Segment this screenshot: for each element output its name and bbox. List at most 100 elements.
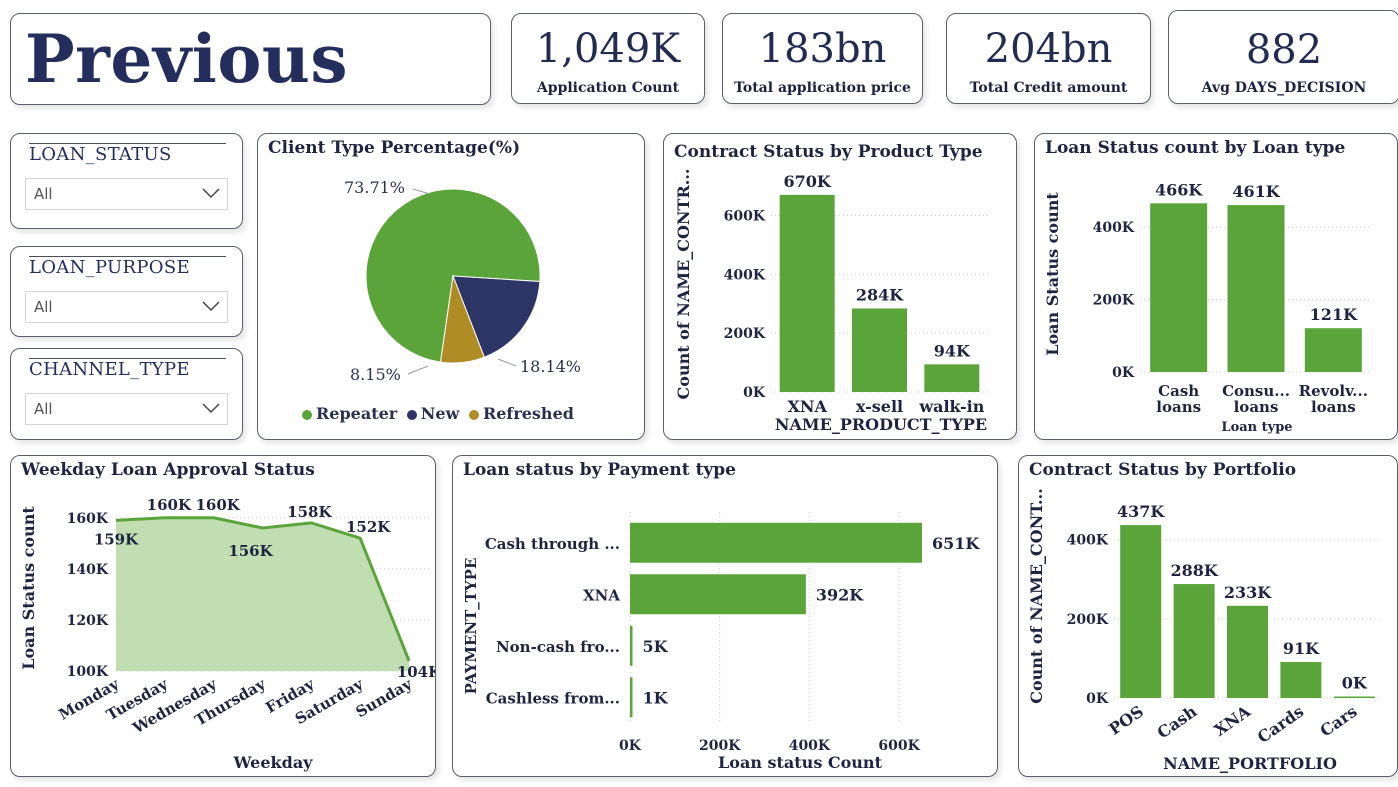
chevron-down-icon[interactable] bbox=[201, 298, 221, 314]
x-axis-title: NAME_PRODUCT_TYPE bbox=[775, 415, 987, 434]
bar-data-label: 461K bbox=[1232, 182, 1280, 201]
slicer-channel-type: CHANNEL_TYPE All bbox=[10, 348, 243, 440]
legend-dot-icon bbox=[302, 409, 312, 420]
y-tick-label: 0K bbox=[743, 385, 766, 401]
y-tick-label: Cash through ... bbox=[485, 535, 620, 553]
legend-item-new[interactable]: New bbox=[406, 404, 460, 423]
legend-item-refreshed[interactable]: Refreshed bbox=[468, 404, 574, 423]
bar[interactable] bbox=[1304, 328, 1362, 372]
x-tick-label: Cash bbox=[1154, 702, 1201, 743]
slicer-dropdown[interactable]: All bbox=[25, 393, 228, 425]
bar[interactable] bbox=[630, 574, 806, 615]
portfolio-chart-card: Contract Status by Portfolio 0K 200K 400K 4… bbox=[1018, 455, 1398, 777]
y-tick-label: XNA bbox=[583, 586, 620, 604]
y-tick-label: 140K bbox=[67, 562, 109, 578]
y-tick-label: 400K bbox=[1093, 220, 1135, 236]
bar[interactable] bbox=[852, 308, 907, 392]
bar-data-label: 94K bbox=[934, 341, 971, 360]
loan-type-bar-chart[interactable]: 0K200K400K466KCashloans461KConsu...loans… bbox=[1035, 134, 1398, 440]
slicer-selected-value: All bbox=[34, 400, 53, 418]
x-axis-title: NAME_PORTFOLIO bbox=[1163, 754, 1337, 773]
bar-data-label: 288K bbox=[1170, 561, 1218, 580]
bar[interactable] bbox=[630, 522, 922, 563]
chart-legend: Repeater New Refreshed bbox=[302, 404, 574, 423]
page-title: Previous Data bbox=[25, 20, 348, 98]
bar-data-label: 5K bbox=[643, 637, 669, 656]
legend-dot-icon bbox=[406, 409, 417, 420]
y-axis-title: Loan Status count bbox=[1043, 192, 1062, 356]
product-type-bar-chart[interactable]: 0K 200K 400K 600K 670K XNA 284K x-sell 94K walk-i… bbox=[664, 134, 1017, 440]
slicer-dropdown[interactable]: All bbox=[25, 178, 228, 210]
y-tick-label: Non-cash fro... bbox=[496, 638, 620, 656]
slicer-loan-status: LOAN_STATUS All bbox=[10, 133, 243, 229]
y-tick-label: 120K bbox=[67, 613, 109, 629]
y-tick-label: 200K bbox=[1093, 293, 1135, 309]
title-card: Previous Data bbox=[10, 13, 491, 105]
leader-line bbox=[412, 188, 431, 195]
kpi-value: 1,049K bbox=[535, 26, 681, 72]
leader-line bbox=[497, 358, 517, 367]
area-fill bbox=[116, 517, 409, 671]
pie-data-label: 18.14% bbox=[520, 357, 581, 376]
x-axis-title: Loan type bbox=[1221, 420, 1292, 435]
chevron-down-icon[interactable] bbox=[201, 400, 221, 416]
x-tick-label: Sunday bbox=[353, 674, 416, 721]
bar-data-label: 0K bbox=[1342, 674, 1368, 693]
bar[interactable] bbox=[1150, 203, 1208, 372]
point-data-label: 160K bbox=[147, 496, 192, 514]
kpi-value: 204bn bbox=[984, 26, 1113, 72]
slicer-dropdown[interactable]: All bbox=[25, 291, 228, 323]
bar[interactable] bbox=[1280, 661, 1322, 698]
slicer-selected-value: All bbox=[34, 298, 53, 316]
portfolio-bar-chart[interactable]: 0K 200K 400K 437K POS 288K Cash 233K XNA 91K Cards… bbox=[1019, 456, 1398, 777]
y-tick-label: Cashless from... bbox=[486, 689, 620, 707]
x-tick-label: x-sell bbox=[856, 397, 903, 416]
y-tick-label: 200K bbox=[1067, 612, 1109, 628]
legend-item-repeater[interactable]: Repeater bbox=[302, 404, 397, 423]
bar-data-label: 284K bbox=[856, 285, 904, 304]
point-data-label: 159K bbox=[94, 530, 139, 548]
x-tick-label: walk-in bbox=[918, 397, 984, 416]
x-tick-label: 400K bbox=[789, 738, 831, 754]
kpi-value: 882 bbox=[1245, 27, 1323, 73]
bar[interactable] bbox=[924, 364, 980, 392]
legend-label: New bbox=[420, 404, 460, 423]
payment-type-chart-card: Loan status by Payment type 0K 200K 400K 60… bbox=[452, 455, 998, 777]
chevron-down-icon[interactable] bbox=[201, 185, 221, 201]
bar[interactable] bbox=[1227, 205, 1285, 372]
bar-data-label: 91K bbox=[1283, 639, 1320, 658]
loan-type-chart-card: Loan Status count by Loan type 0K 200K 400… bbox=[1034, 133, 1398, 440]
bar[interactable] bbox=[630, 677, 633, 718]
y-tick-label: 400K bbox=[724, 267, 766, 283]
legend-dot-icon bbox=[468, 409, 479, 420]
y-axis-title: Loan Status count bbox=[19, 506, 38, 670]
bar[interactable] bbox=[1120, 525, 1162, 698]
bar[interactable] bbox=[630, 625, 633, 666]
weekday-chart-card: Weekday Loan Approval Status 100K 120K 140… bbox=[10, 455, 436, 777]
bar[interactable] bbox=[779, 194, 835, 392]
payment-type-bar-chart[interactable]: 0K 200K 400K 600K 651K Cash through ... 392K XN… bbox=[453, 456, 998, 777]
client-type-chart-card: Client Type Percentage(%) 73.71% 18.14% 8.… bbox=[257, 133, 645, 440]
bar[interactable] bbox=[1333, 696, 1375, 699]
weekday-area-chart[interactable]: 100K120K140K160K159KMonday160KTuesday160… bbox=[11, 456, 436, 777]
bar[interactable] bbox=[1227, 605, 1268, 698]
slicer-title: LOAN_STATUS bbox=[29, 144, 172, 165]
x-tick-label: POS bbox=[1105, 702, 1147, 739]
kpi-application-count: 1,049K Application Count bbox=[511, 13, 705, 104]
client-type-pie-chart[interactable]: 73.71% 18.14% 8.15% bbox=[258, 134, 645, 440]
point-data-label: 160K bbox=[195, 496, 240, 514]
bar[interactable] bbox=[1173, 584, 1215, 698]
kpi-value: 183bn bbox=[758, 26, 887, 72]
x-tick-label: Cars bbox=[1316, 702, 1360, 741]
bar-data-label: 392K bbox=[816, 585, 864, 604]
bar-data-label: 437K bbox=[1117, 502, 1165, 521]
slicer-title: CHANNEL_TYPE bbox=[29, 359, 190, 380]
product-type-chart-card: Contract Status by Product Type 0K 200K 40… bbox=[663, 133, 1017, 440]
kpi-total-credit-amount: 204bn Total Credit amount bbox=[946, 13, 1151, 104]
y-axis-title: PAYMENT_TYPE bbox=[462, 558, 480, 695]
slicer-selected-value: All bbox=[34, 185, 53, 203]
kpi-label: Avg DAYS_DECISION bbox=[1201, 80, 1367, 96]
x-tick-label: XNA bbox=[1211, 701, 1255, 740]
legend-label: Refreshed bbox=[482, 404, 574, 423]
x-tick-label: loans bbox=[1156, 398, 1201, 416]
